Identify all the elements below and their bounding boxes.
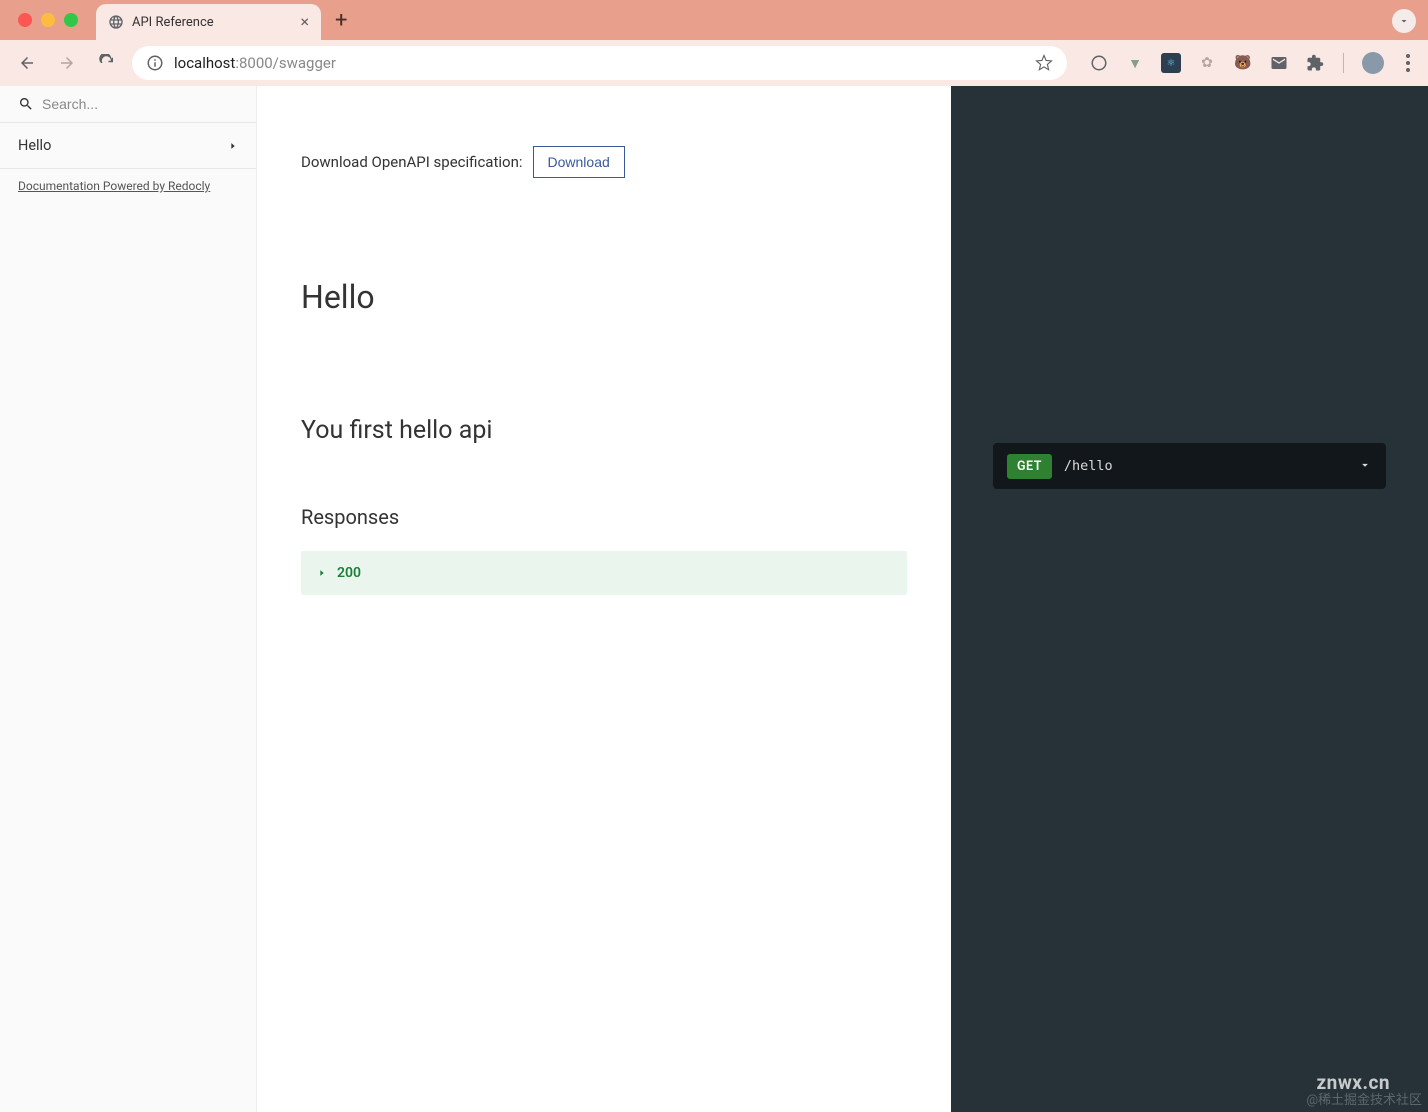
content: Download OpenAPI specification: Download…: [257, 86, 951, 1112]
chevron-right-icon: [317, 568, 327, 578]
minimize-window-button[interactable]: [41, 13, 55, 27]
extension-icon-4[interactable]: ✿: [1197, 53, 1217, 73]
download-button[interactable]: Download: [533, 146, 625, 178]
new-tab-button[interactable]: +: [321, 8, 361, 33]
download-label: Download OpenAPI specification:: [301, 153, 523, 171]
profile-avatar[interactable]: [1362, 52, 1384, 74]
tab-title: API Reference: [132, 15, 292, 30]
sidebar-item-hello[interactable]: Hello: [0, 123, 256, 169]
download-row: Download OpenAPI specification: Download: [301, 146, 907, 178]
arrow-left-icon: [18, 54, 36, 72]
browser-tab[interactable]: API Reference ×: [96, 4, 321, 40]
search-input[interactable]: [42, 96, 238, 112]
response-code: 200: [337, 565, 361, 581]
window-controls: [18, 13, 78, 27]
request-path: /hello: [1064, 458, 1346, 474]
chevron-down-icon: [1358, 457, 1372, 476]
powered-by-link[interactable]: Documentation Powered by Redocly: [0, 169, 256, 203]
info-icon: [146, 54, 164, 72]
close-window-button[interactable]: [18, 13, 32, 27]
search-wrap: [0, 86, 256, 123]
url-text: localhost:8000/swagger: [174, 54, 336, 72]
search-icon: [18, 96, 34, 112]
responses-heading: Responses: [301, 505, 907, 529]
extension-icon-2[interactable]: ▼: [1125, 53, 1145, 73]
arrow-right-icon: [58, 54, 76, 72]
address-bar: localhost:8000/swagger ▼ ⚛ ✿ 🐻: [0, 40, 1428, 86]
page: Hello Documentation Powered by Redocly D…: [0, 86, 1428, 1112]
sidebar: Hello Documentation Powered by Redocly: [0, 86, 257, 1112]
sidebar-item-label: Hello: [18, 137, 51, 154]
tabs-dropdown-button[interactable]: [1392, 9, 1416, 33]
back-button[interactable]: [12, 48, 42, 78]
forward-button[interactable]: [52, 48, 82, 78]
tab-bar: API Reference × +: [0, 0, 1428, 40]
reload-icon: [98, 54, 116, 72]
response-row-200[interactable]: 200: [301, 551, 907, 595]
section-title: Hello: [301, 278, 907, 316]
extension-icon-5[interactable]: 🐻: [1233, 53, 1253, 73]
extension-icon-1[interactable]: [1089, 53, 1109, 73]
watermark-juejin: @稀土掘金技术社区: [1306, 1089, 1422, 1108]
bookmark-star-icon[interactable]: [1035, 54, 1053, 72]
extension-icon-3[interactable]: ⚛: [1161, 53, 1181, 73]
chevron-down-icon: [1398, 15, 1410, 27]
close-tab-button[interactable]: ×: [300, 14, 309, 30]
method-badge: GET: [1007, 454, 1052, 479]
globe-icon: [108, 14, 124, 30]
right-panel: GET /hello znwx.cn @稀土掘金技术社区: [951, 86, 1428, 1112]
url-field[interactable]: localhost:8000/swagger: [132, 46, 1067, 80]
maximize-window-button[interactable]: [64, 13, 78, 27]
main: Download OpenAPI specification: Download…: [257, 86, 1428, 1112]
chevron-right-icon: [228, 141, 238, 151]
extensions-button[interactable]: [1305, 53, 1325, 73]
extension-icons: ▼ ⚛ ✿ 🐻: [1089, 48, 1416, 78]
reload-button[interactable]: [92, 48, 122, 78]
operation-title: You first hello api: [301, 416, 907, 445]
browser-menu-button[interactable]: [1400, 48, 1416, 78]
divider: [1343, 53, 1344, 73]
browser-chrome: API Reference × + localhost:8000/swagger…: [0, 0, 1428, 86]
extension-icon-6[interactable]: [1269, 53, 1289, 73]
request-box[interactable]: GET /hello: [993, 443, 1386, 489]
